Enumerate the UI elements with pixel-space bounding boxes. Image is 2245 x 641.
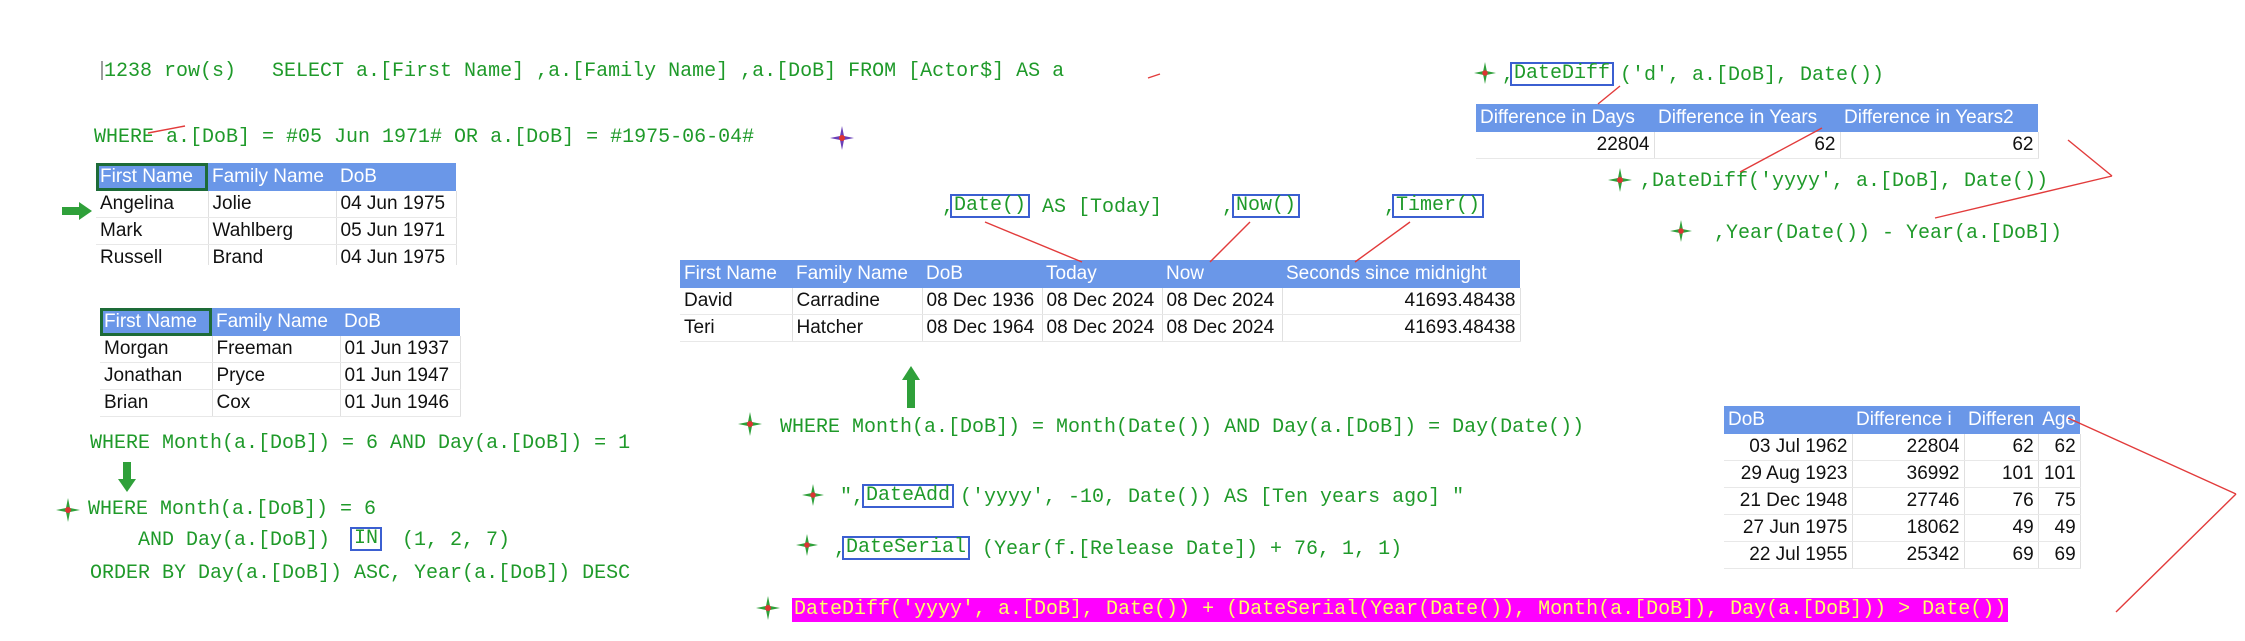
annotation-line	[1739, 127, 1823, 173]
annotation-line	[984, 221, 1083, 263]
annotation-line	[1597, 85, 1621, 105]
annotation-line	[1147, 73, 1161, 79]
annotation-line	[2115, 493, 2237, 613]
annotation-line	[1934, 175, 2113, 219]
annotation-line	[2067, 417, 2237, 495]
annotation-line	[1354, 221, 1411, 263]
annotation-line	[147, 125, 186, 134]
annotation-line	[1209, 221, 1251, 263]
annotation-lines	[147, 73, 2237, 613]
annotation-line	[2067, 139, 2113, 177]
